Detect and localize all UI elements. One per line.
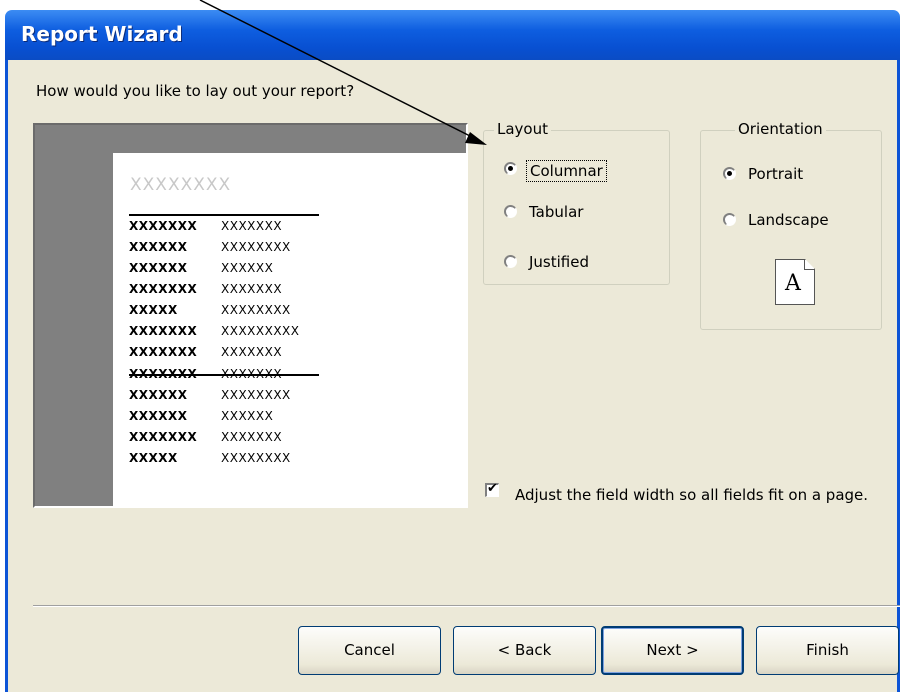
- preview-row-label: XXXXXXX: [129, 219, 198, 233]
- wizard-prompt: How would you like to lay out your repor…: [36, 82, 355, 100]
- radio-tabular-label[interactable]: Tabular: [529, 203, 583, 221]
- layout-preview: XXXXXXXX XXXXXXX XXXXXXX XXXXXX XXXXXXXX X…: [33, 123, 468, 508]
- finish-button[interactable]: Finish: [756, 626, 899, 675]
- preview-row-value: XXXXXXX: [221, 430, 283, 444]
- radio-justified-dot[interactable]: [504, 255, 517, 268]
- preview-rule: [129, 214, 319, 216]
- preview-row: XXXXXXXXXXXXXX: [129, 388, 329, 406]
- preview-row: XXXXXXX XXXXXXX: [129, 282, 329, 300]
- preview-row: XXXXXX XXXXXX: [129, 261, 329, 279]
- cancel-button[interactable]: Cancel: [298, 626, 441, 675]
- radio-landscape-label[interactable]: Landscape: [748, 211, 829, 229]
- preview-row-value: XXXXXXX: [221, 367, 283, 381]
- title-bar[interactable]: Report Wizard: [5, 10, 900, 60]
- radio-columnar-dot[interactable]: [504, 162, 517, 175]
- checkmark-icon: ✔: [487, 481, 498, 496]
- dialog-body: How would you like to lay out your repor…: [5, 60, 900, 692]
- preview-row-value: XXXXXXXX: [221, 303, 291, 317]
- page-fold-icon: [804, 259, 815, 270]
- preview-row-label: XXXXXX: [129, 388, 188, 402]
- preview-row-label: XXXXXXX: [129, 367, 198, 381]
- preview-row: XXXXXXX XXXXXXXXX: [129, 324, 329, 342]
- preview-row-value: XXXXXXX: [221, 345, 283, 359]
- preview-row-value: XXXXXX: [221, 409, 274, 423]
- preview-row-value: XXXXXXXX: [221, 240, 291, 254]
- layout-group-label: Layout: [494, 120, 551, 138]
- adjust-width-checkbox[interactable]: ✔: [485, 481, 499, 497]
- preview-row-label: XXXXX: [129, 451, 178, 465]
- preview-row-label: XXXXXX: [129, 240, 188, 254]
- preview-row: XXXXXXX XXXXXXX: [129, 367, 329, 385]
- preview-row: XXXXXXX XXXXXXX: [129, 430, 329, 448]
- preview-row-label: XXXXX: [129, 303, 178, 317]
- page-orientation-letter: A: [785, 271, 801, 296]
- preview-row-value: XXXXXXXX: [221, 388, 291, 402]
- preview-row-label: XXXXXXX: [129, 345, 198, 359]
- orientation-group: Orientation Portrait Landscape A: [700, 120, 882, 330]
- preview-row: XXXXXXXXXXXXXX: [129, 240, 329, 258]
- preview-row: XXXXXX XXXXXX: [129, 409, 329, 427]
- next-button[interactable]: Next >: [601, 626, 744, 675]
- preview-row: XXXXX XXXXXXXX: [129, 451, 329, 469]
- preview-row: XXXXX XXXXXXXX: [129, 303, 329, 321]
- preview-row-value: XXXXXXX: [221, 282, 283, 296]
- preview-row-value: XXXXXXXXX: [221, 324, 300, 338]
- layout-group: Layout Columnar Tabular Justified: [483, 120, 670, 285]
- preview-row-label: XXXXXXX: [129, 324, 198, 338]
- radio-landscape-dot[interactable]: [723, 213, 736, 226]
- radio-tabular-dot[interactable]: [504, 205, 517, 218]
- preview-row-label: XXXXXXX: [129, 282, 198, 296]
- preview-row-label: XXXXXX: [129, 261, 188, 275]
- dialog-separator: [33, 605, 900, 607]
- preview-row-value: XXXXXXXX: [221, 451, 291, 465]
- adjust-width-label[interactable]: Adjust the field width so all fields fit…: [515, 483, 875, 507]
- preview-row: XXXXXXX XXXXXXX: [129, 345, 329, 363]
- radio-columnar-label[interactable]: Columnar: [526, 160, 607, 182]
- preview-row-value: XXXXXXX: [221, 219, 283, 233]
- radio-portrait-dot[interactable]: [723, 167, 736, 180]
- radio-justified-label[interactable]: Justified: [529, 253, 589, 271]
- preview-title: XXXXXXXX: [130, 175, 232, 195]
- preview-row-label: XXXXXXX: [129, 430, 198, 444]
- back-button[interactable]: < Back: [453, 626, 596, 675]
- window-title: Report Wizard: [21, 22, 183, 46]
- radio-portrait-label[interactable]: Portrait: [748, 165, 803, 183]
- preview-page: XXXXXXXX XXXXXXX XXXXXXX XXXXXX XXXXXXXX X…: [113, 153, 466, 508]
- preview-row-value: XXXXXX: [221, 261, 274, 275]
- orientation-group-label: Orientation: [735, 120, 826, 138]
- preview-row-label: XXXXXX: [129, 409, 188, 423]
- preview-row: XXXXXXX XXXXXXX: [129, 219, 329, 237]
